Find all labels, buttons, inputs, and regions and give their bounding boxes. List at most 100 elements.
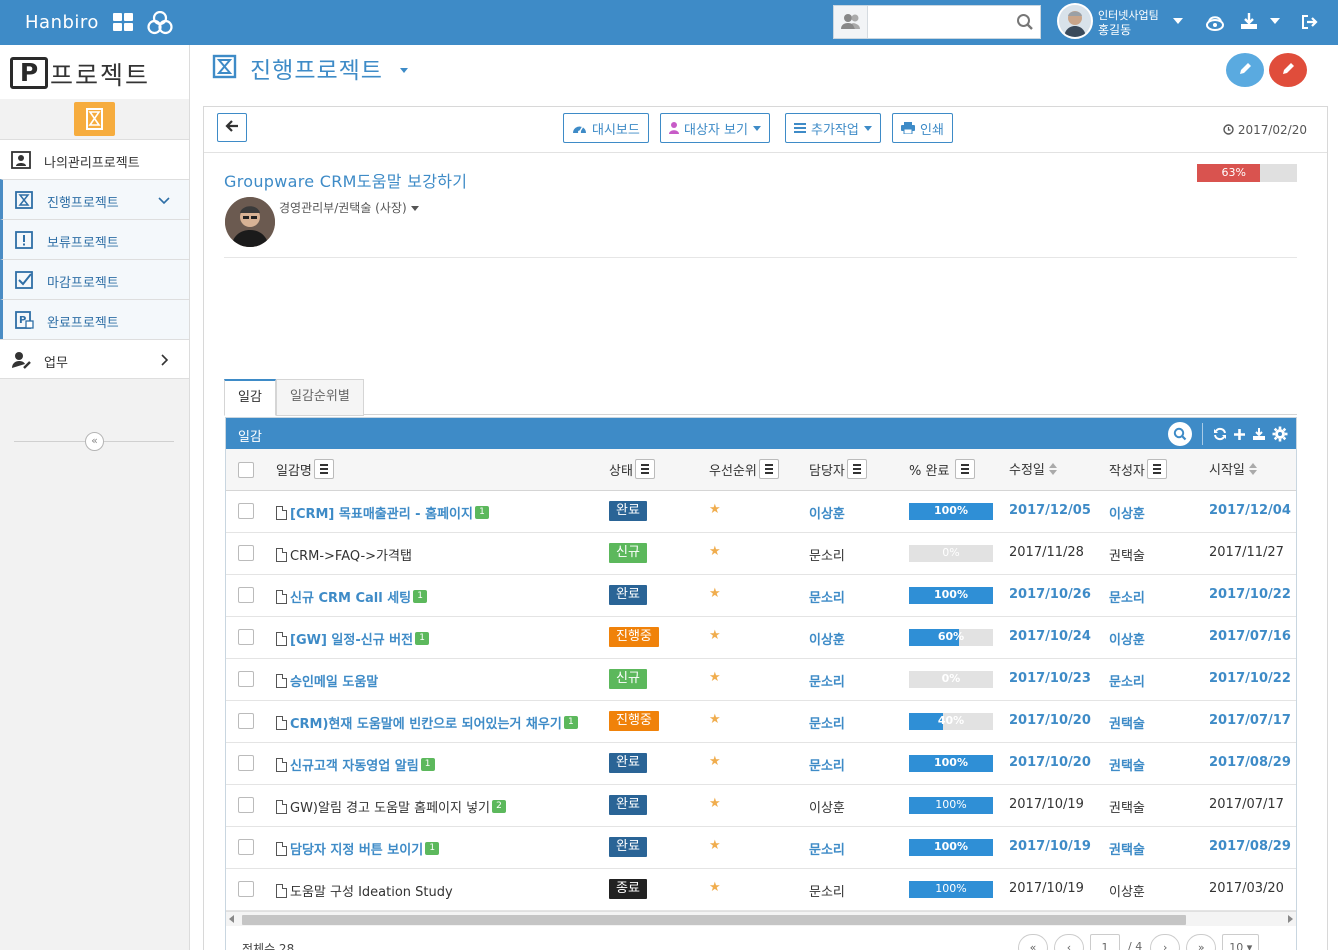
add-icon[interactable] [1233,428,1246,441]
col-header-modified[interactable]: 수정일 [1009,459,1057,478]
table-row[interactable]: [CRM] 목표매출관리 - 홈페이지 1 완료 ★ 이상훈 100% 2017/12/05… [226,491,1296,533]
first-page-button[interactable]: « [1018,934,1048,950]
sort-icon[interactable] [1248,462,1257,475]
sidebar-item-my-projects[interactable]: 나의관리프로젝트 [0,139,189,179]
download-icon[interactable] [1252,427,1266,441]
task-manager[interactable]: 문소리 [809,839,845,858]
search-input[interactable] [870,11,1010,33]
task-manager[interactable]: 문소리 [809,587,845,606]
task-writer[interactable]: 문소리 [1109,587,1145,606]
task-writer[interactable]: 권택술 [1109,545,1145,564]
row-checkbox[interactable] [238,797,254,813]
task-writer[interactable]: 이상훈 [1109,881,1145,900]
settings-swirl-icon[interactable] [1205,14,1225,32]
task-title-link[interactable]: GW)알림 경고 도움말 홈페이지 넣기 2 [276,797,507,816]
task-title-link[interactable]: 담당자 지정 버튼 보이기 1 [276,839,440,858]
table-row[interactable]: 담당자 지정 버튼 보이기 1 완료 ★ 문소리 100% 2017/10/19 권택술 201… [226,827,1296,869]
col-header-percent[interactable]: % 완료 [909,459,976,479]
user-avatar[interactable] [1057,3,1093,39]
swirl-logo-icon[interactable] [147,11,173,35]
task-manager[interactable]: 이상훈 [809,503,845,522]
gear-icon[interactable] [1272,426,1288,442]
page-size-select[interactable]: 10 ▾ [1222,934,1260,950]
download-caret-icon[interactable] [1270,18,1280,24]
scrollbar-thumb[interactable] [242,915,1186,925]
current-page-input[interactable]: 1 [1090,934,1120,950]
last-page-button[interactable]: » [1186,934,1217,950]
row-checkbox[interactable] [238,755,254,771]
row-checkbox[interactable] [238,629,254,645]
task-title-link[interactable]: 신규 CRM Call 세팅 1 [276,587,428,606]
task-manager[interactable]: 이상훈 [809,629,845,648]
task-writer[interactable]: 권택술 [1109,797,1145,816]
row-checkbox[interactable] [238,545,254,561]
chevron-down-icon[interactable] [157,193,171,207]
column-menu-icon[interactable] [955,459,976,479]
table-row[interactable]: GW)알림 경고 도움말 홈페이지 넣기 2 완료 ★ 이상훈 100% 2017/10/1… [226,785,1296,827]
table-row[interactable]: [GW] 일정-신규 버전 1 진행중 ★ 이상훈 60% 2017/10/24 이상훈 201… [226,617,1296,659]
col-header-name[interactable]: 일감명 [276,459,334,479]
row-checkbox[interactable] [238,587,254,603]
col-header-manager[interactable]: 담당자 [809,459,867,479]
prev-page-button[interactable]: ‹ [1054,934,1084,950]
task-writer[interactable]: 권택술 [1109,755,1145,774]
brand-logo[interactable]: Hanbiro [25,12,99,33]
task-writer[interactable]: 권택술 [1109,713,1145,732]
dashboard-button[interactable]: 대시보드 [563,113,649,143]
task-writer[interactable]: 권택술 [1109,839,1145,858]
logout-icon[interactable] [1301,14,1318,30]
col-header-writer[interactable]: 작성자 [1109,459,1167,479]
sidebar-item-completed[interactable]: P 완료프로젝트 [0,299,189,339]
row-checkbox[interactable] [238,713,254,729]
sidebar-collapse-button[interactable]: « [85,432,104,451]
sort-icon[interactable] [1048,462,1057,475]
print-button[interactable]: 인쇄 [892,113,953,143]
task-title-link[interactable]: [GW] 일정-신규 버전 1 [276,629,430,648]
task-manager[interactable]: 문소리 [809,755,845,774]
table-row[interactable]: 승인메일 도움말 신규 ★ 문소리 0% 2017/10/23 문소리 2017/10/22 [226,659,1296,701]
row-checkbox[interactable] [238,839,254,855]
people-filter-icon[interactable] [834,6,868,38]
write-button[interactable] [1269,53,1307,87]
next-page-button[interactable]: › [1150,934,1181,950]
column-menu-icon[interactable] [313,459,334,479]
scroll-right-arrow-icon[interactable] [1288,915,1293,923]
task-title-link[interactable]: 신규고객 자동영업 알림 1 [276,755,435,774]
sidebar-item-closed[interactable]: 마감프로젝트 [0,259,189,299]
user-menu-caret-icon[interactable] [1173,18,1183,24]
task-writer[interactable]: 문소리 [1109,671,1145,690]
task-manager[interactable]: 이상훈 [809,797,845,816]
task-manager[interactable]: 문소리 [809,713,845,732]
chevron-right-icon[interactable] [157,353,171,367]
apps-grid-icon[interactable] [113,13,135,33]
row-checkbox[interactable] [238,881,254,897]
task-title-link[interactable]: CRM->FAQ->가격탭 [276,545,412,564]
table-row[interactable]: 신규고객 자동영업 알림 1 완료 ★ 문소리 100% 2017/10/20 권택술 2017… [226,743,1296,785]
column-menu-icon[interactable] [1146,459,1167,479]
select-all-checkbox[interactable] [238,462,254,478]
task-manager[interactable]: 문소리 [809,671,845,690]
table-row[interactable]: 도움말 구성 Ideation Study 종료 ★ 문소리 100% 2017/10/1… [226,869,1296,911]
task-title-link[interactable]: 도움말 구성 Ideation Study [276,881,453,900]
grid-search-button[interactable] [1168,422,1192,446]
tab-task-ranking[interactable]: 일감순위별 [276,379,364,416]
refresh-icon[interactable] [1213,427,1227,441]
column-menu-icon[interactable] [634,459,655,479]
scroll-left-arrow-icon[interactable] [229,915,234,923]
horizontal-scrollbar[interactable] [226,911,1296,926]
table-row[interactable]: CRM)현재 도움말에 빈칸으로 되어있는거 채우기 1 진행중 ★ 문소리 40% 201… [226,701,1296,743]
task-writer[interactable]: 이상훈 [1109,503,1145,522]
edit-button[interactable] [1226,53,1264,87]
owner-avatar[interactable] [225,197,275,247]
view-target-button[interactable]: 대상자 보기 [660,113,770,143]
task-writer[interactable]: 이상훈 [1109,629,1145,648]
table-row[interactable]: 신규 CRM Call 세팅 1 완료 ★ 문소리 100% 2017/10/26 문소리 20… [226,575,1296,617]
extra-work-button[interactable]: 추가작업 [785,113,881,143]
table-row[interactable]: CRM->FAQ->가격탭 신규 ★ 문소리 0% 2017/11/28 권택술 2017/1… [226,533,1296,575]
sidebar-item-on-hold[interactable]: 보류프로젝트 [0,219,189,259]
back-button[interactable] [217,113,247,142]
page-title-caret-icon[interactable] [400,68,408,73]
col-header-start[interactable]: 시작일 [1209,459,1257,478]
task-manager[interactable]: 문소리 [809,545,845,564]
sidebar-item-in-progress[interactable]: 진행프로젝트 [0,179,189,219]
